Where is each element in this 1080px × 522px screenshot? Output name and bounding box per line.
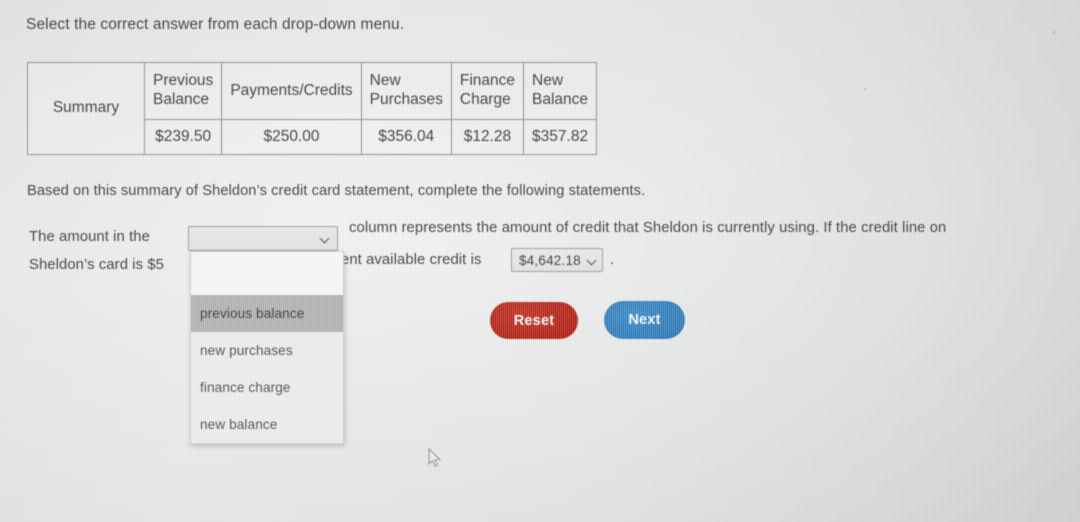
available-credit-dropdown-select[interactable]: $4,642.18 xyxy=(511,248,603,272)
value-previous-balance: $239.50 xyxy=(143,119,223,155)
reset-button[interactable]: Reset xyxy=(490,302,578,339)
dropdown-option-finance-charge[interactable]: finance charge xyxy=(191,369,343,406)
header-line-1: New xyxy=(369,72,401,90)
table-header-row: Summary Previous Balance Payments/Credit… xyxy=(27,62,598,155)
table-header-new-purchases: New Purchases xyxy=(360,62,452,120)
table-header-payments-credits: Payments/Credits xyxy=(221,62,362,120)
summary-description-text: Based on this summary of Sheldon’s credi… xyxy=(27,183,646,199)
dropdown-option-previous-balance[interactable]: previous balance xyxy=(191,295,343,332)
value-finance-charge: $12.28 xyxy=(450,119,525,155)
statement-text-part-4: ent available credit is xyxy=(341,252,482,268)
column-dropdown-select[interactable] xyxy=(188,226,338,251)
header-line-1: Payments/Credits xyxy=(230,81,353,99)
column-dropdown-menu[interactable]: previous balance new purchases finance c… xyxy=(190,251,344,444)
table-header-finance-charge: Finance Charge xyxy=(450,62,525,120)
value-payments-credits: $250.00 xyxy=(221,119,362,155)
header-line-1: Finance xyxy=(459,72,516,90)
statement-text-part-3: Sheldon’s card is $5 xyxy=(29,257,164,273)
dropdown-option-new-balance[interactable]: new balance xyxy=(191,406,343,443)
value-new-purchases: $356.04 xyxy=(360,119,452,155)
page-instruction: Select the correct answer from each drop… xyxy=(26,16,405,33)
chevron-down-icon xyxy=(587,255,598,266)
credit-card-summary-table: Summary Previous Balance Payments/Credit… xyxy=(27,62,598,155)
header-line-2: Balance xyxy=(153,91,210,108)
dropdown-option-new-purchases[interactable]: new purchases xyxy=(191,332,343,369)
header-line-2: Charge xyxy=(459,91,511,108)
mouse-pointer-icon xyxy=(428,448,442,467)
table-header-new-balance: New Balance xyxy=(523,62,598,120)
dropdown-option-blank[interactable] xyxy=(191,252,343,295)
statement-text-period: . xyxy=(610,252,615,268)
table-row-label: Summary xyxy=(27,62,145,155)
photo-speck xyxy=(1053,31,1055,34)
next-button[interactable]: Next xyxy=(604,301,685,339)
header-line-2: Purchases xyxy=(369,91,443,108)
photo-speck xyxy=(864,88,866,90)
chevron-down-icon xyxy=(320,233,331,244)
header-line-2: Balance xyxy=(532,91,589,108)
value-new-balance: $357.82 xyxy=(523,119,598,155)
table-header-previous-balance: Previous Balance xyxy=(143,62,223,120)
header-line-1: Previous xyxy=(153,72,214,90)
available-credit-dropdown-value: $4,642.18 xyxy=(519,252,581,268)
statement-text-part-1: The amount in the xyxy=(29,229,150,245)
statement-text-part-2: column represents the amount of credit t… xyxy=(349,220,947,236)
header-line-1: New xyxy=(532,72,564,90)
